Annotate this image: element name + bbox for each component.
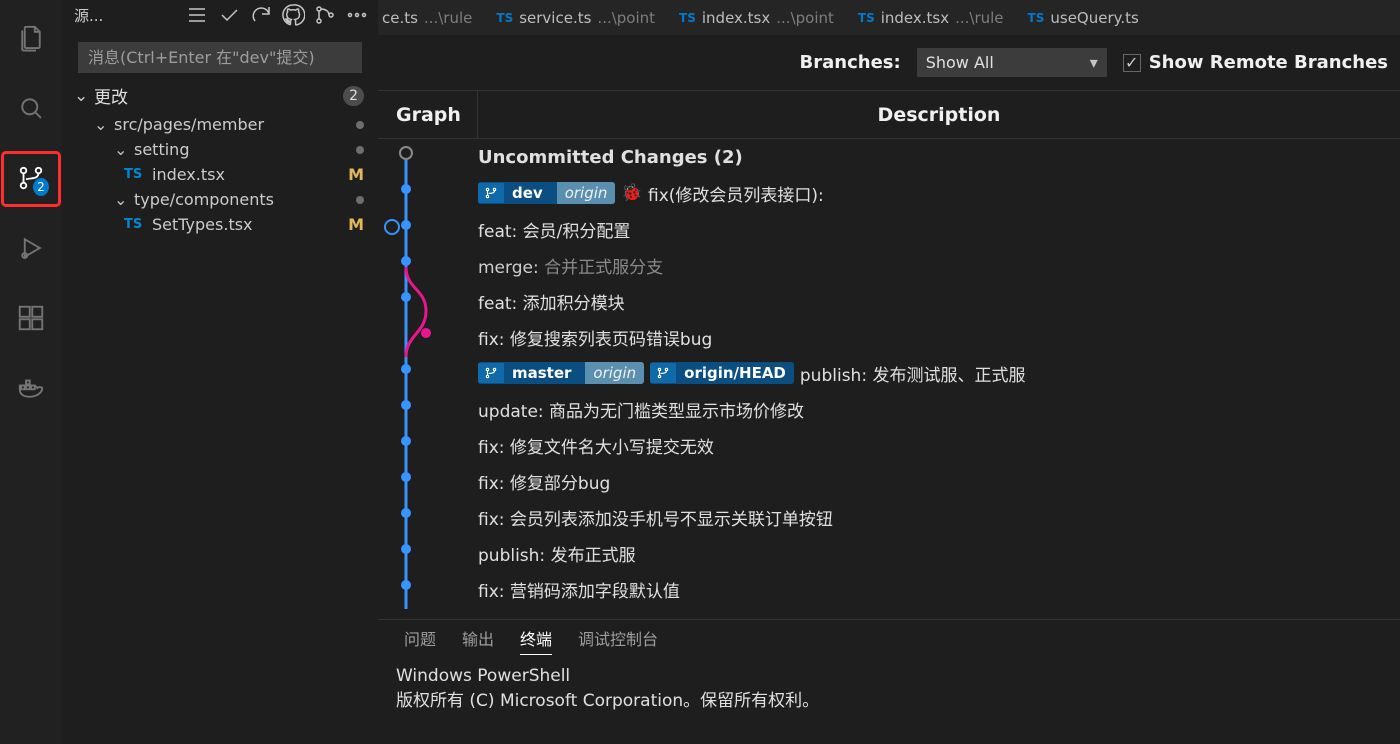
panel-tab-output[interactable]: 输出 [462, 626, 494, 655]
commit-row[interactable]: fix: 修复文件名大小写提交无效 [378, 427, 1400, 463]
ts-file-icon: TS [858, 11, 875, 25]
tab-bar: ce.ts...\rule TSservice.ts...\point TSin… [378, 0, 1400, 35]
terminal-output[interactable]: Windows PowerShell 版权所有 (C) Microsoft Co… [378, 659, 1400, 744]
panel-tab-problems[interactable]: 问题 [404, 626, 436, 655]
side-title: 源... [74, 5, 103, 26]
more-icon[interactable] [344, 2, 370, 28]
branch-icon [478, 363, 504, 383]
commit-row[interactable]: fix: 会员列表添加没手机号不显示关联订单按钮 [378, 499, 1400, 535]
branch-ref[interactable]: dev origin [478, 182, 615, 204]
ts-file-icon: TS [124, 217, 146, 232]
file-status: M [348, 165, 364, 184]
folder-row[interactable]: ⌄ type/components [62, 187, 378, 212]
editor-tab[interactable]: TSservice.ts...\point [484, 0, 667, 35]
changes-count: 2 [343, 86, 364, 106]
ts-file-icon: TS [679, 11, 696, 25]
commit-message-input[interactable] [78, 42, 362, 73]
commit-row[interactable]: fix: 修复搜索列表页码错误bug [378, 319, 1400, 355]
description-column-header: Description [478, 91, 1400, 138]
branch-ref[interactable]: origin/HEAD [650, 362, 794, 384]
activity-explorer[interactable] [7, 14, 55, 62]
file-row[interactable]: TS SetTypes.tsx M [62, 212, 378, 237]
editor-main: ce.ts...\rule TSservice.ts...\point TSin… [378, 0, 1400, 744]
graph-body[interactable]: Uncommitted Changes (2) dev origin 🐞 fix… [378, 139, 1400, 619]
commit-row[interactable]: Uncommitted Changes (2) [378, 139, 1400, 175]
file-row[interactable]: TS index.tsx M [62, 162, 378, 187]
editor-tab[interactable]: ce.ts...\rule [378, 0, 484, 35]
section-label: 更改 [94, 83, 128, 108]
view-list-icon[interactable] [184, 2, 210, 28]
docker-icon [16, 373, 46, 403]
graph-column-header: Graph [378, 91, 478, 138]
activity-search[interactable] [7, 84, 55, 132]
activity-run[interactable] [7, 224, 55, 272]
folder-row[interactable]: ⌄ setting [62, 137, 378, 162]
commit-row[interactable]: fix: 修复部分bug [378, 463, 1400, 499]
status-dot [356, 146, 364, 154]
file-status: M [348, 215, 364, 234]
panel-tabs: 问题 输出 终端 调试控制台 [378, 620, 1400, 659]
github-icon[interactable] [280, 2, 306, 28]
chevron-down-icon: ▾ [1090, 53, 1098, 72]
ts-file-icon: TS [1028, 11, 1045, 25]
commit-row[interactable]: publish: 发布正式服 [378, 535, 1400, 571]
activity-extensions[interactable] [7, 294, 55, 342]
side-header: 源... [62, 0, 378, 32]
files-icon [16, 23, 46, 53]
show-remote-checkbox[interactable]: ✓ Show Remote Branches [1123, 52, 1388, 73]
graph-settings-icon[interactable] [312, 2, 338, 28]
play-bug-icon [16, 233, 46, 263]
branches-label: Branches: [800, 52, 901, 73]
commit-check-icon[interactable] [216, 2, 242, 28]
refresh-icon[interactable] [248, 2, 274, 28]
activity-docker[interactable] [7, 364, 55, 412]
activity-bar: 2 [0, 0, 62, 744]
commit-row[interactable]: feat: 会员/积分配置 [378, 211, 1400, 247]
bottom-panel: 问题 输出 终端 调试控制台 Windows PowerShell 版权所有 (… [378, 619, 1400, 744]
commit-row[interactable]: update: 商品为无门槛类型显示市场价修改 [378, 391, 1400, 427]
commit-row[interactable]: fix: 营销码添加字段默认值 [378, 571, 1400, 607]
branch-toolbar: Branches: Show All ▾ ✓ Show Remote Branc… [378, 35, 1400, 91]
editor-tab[interactable]: TSindex.tsx...\rule [846, 0, 1016, 35]
status-dot [356, 121, 364, 129]
file-label: SetTypes.tsx [152, 215, 253, 234]
branch-icon [478, 183, 504, 203]
side-panel: 源... ⌄ 更改 2 ⌄ src/pages/member ⌄ setti [62, 0, 378, 744]
file-label: index.tsx [152, 165, 225, 184]
bug-icon: 🐞 [621, 183, 642, 203]
chevron-down-icon: ⌄ [74, 86, 88, 106]
panel-tab-debug[interactable]: 调试控制台 [578, 626, 658, 655]
folder-label: setting [134, 140, 189, 159]
graph-header: Graph Description [378, 91, 1400, 139]
folder-label: src/pages/member [114, 115, 264, 134]
panel-tab-terminal[interactable]: 终端 [520, 626, 552, 655]
checkbox-icon: ✓ [1123, 54, 1141, 72]
status-dot [356, 196, 364, 204]
branch-icon [650, 363, 676, 383]
branch-ref[interactable]: master origin [478, 362, 644, 384]
head-ring-icon [384, 219, 400, 235]
commit-row[interactable]: dev origin 🐞 fix(修改会员列表接口): [378, 175, 1400, 211]
branch-select[interactable]: Show All ▾ [917, 48, 1107, 77]
ts-file-icon: TS [124, 167, 146, 182]
folder-label: type/components [134, 190, 274, 209]
editor-tab[interactable]: TSuseQuery.ts [1016, 0, 1151, 35]
chevron-down-icon: ⌄ [114, 190, 128, 209]
search-icon [16, 93, 46, 123]
chevron-down-icon: ⌄ [94, 115, 108, 134]
activity-scm[interactable]: 2 [7, 154, 55, 202]
commit-row[interactable]: master origin origin/HEAD publish: 发布测试服… [378, 355, 1400, 391]
extensions-icon [16, 303, 46, 333]
commit-row[interactable]: merge: 合并正式服分支 [378, 247, 1400, 283]
chevron-down-icon: ⌄ [114, 140, 128, 159]
commit-row[interactable]: feat: 添加积分模块 [378, 283, 1400, 319]
folder-row[interactable]: ⌄ src/pages/member [62, 112, 378, 137]
changes-section[interactable]: ⌄ 更改 2 [62, 79, 378, 112]
ts-file-icon: TS [496, 11, 513, 25]
editor-tab[interactable]: TSindex.tsx...\point [667, 0, 846, 35]
scm-badge: 2 [33, 178, 49, 196]
